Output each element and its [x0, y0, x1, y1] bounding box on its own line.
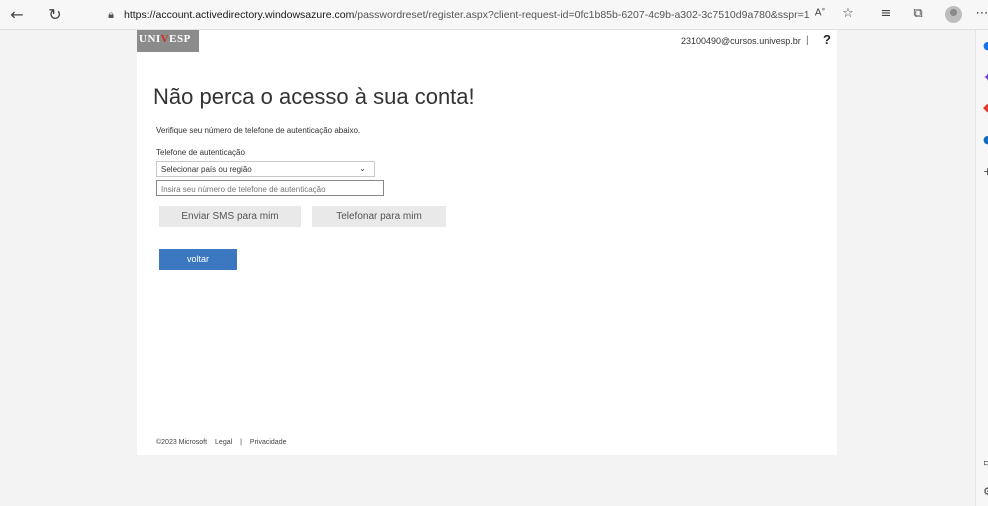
help-button[interactable]: ?: [823, 32, 831, 47]
edge-sidebar: ● ✦ ◆ ● + ▭ ⚙: [975, 30, 988, 506]
legal-link[interactable]: Legal: [215, 439, 232, 446]
page-footer: ©2023 Microsoft Legal | Privacidade: [156, 439, 292, 446]
url-host: https://account.activedirectory.windowsa…: [124, 9, 355, 21]
search-icon[interactable]: ●: [983, 40, 988, 52]
address-bar[interactable]: 🔒︎ https://account.activedirectory.windo…: [104, 5, 920, 25]
collections-icon[interactable]: ⧉: [909, 6, 927, 21]
page-header: UNIVESP 23100490@cursos.univesp.br | ?: [137, 30, 837, 52]
url-path: /passwordreset/register.aspx?client-requ…: [354, 9, 810, 21]
logo-text-v: V: [160, 33, 170, 45]
country-select[interactable]: Selecionar país ou região ⌄: [156, 161, 375, 177]
page-title: Não perca o acesso à sua conta!: [153, 84, 475, 109]
header-separator: |: [806, 35, 809, 46]
more-icon[interactable]: ⋯: [973, 6, 988, 21]
refresh-icon[interactable]: ↻: [46, 6, 64, 24]
split-screen-icon[interactable]: ▭: [983, 457, 988, 469]
browser-toolbar: ← ↻ 🔒︎ https://account.activedirectory.w…: [0, 0, 988, 30]
logo-text-b: ESP: [169, 33, 191, 45]
page-container: UNIVESP 23100490@cursos.univesp.br | ? N…: [137, 30, 837, 455]
country-select-value: Selecionar país ou região: [161, 165, 252, 174]
read-aloud-icon[interactable]: A»: [811, 6, 829, 18]
lock-icon[interactable]: 🔒︎: [104, 8, 118, 22]
privacy-link[interactable]: Privacidade: [250, 439, 287, 446]
office-icon[interactable]: ◆: [983, 102, 988, 114]
back-button[interactable]: voltar: [159, 249, 237, 270]
profile-icon[interactable]: [945, 6, 962, 23]
univesp-logo: UNIVESP: [137, 30, 199, 52]
chevron-down-icon: ⌄: [359, 164, 366, 173]
phone-label: Telefone de autenticação: [156, 148, 245, 157]
add-icon[interactable]: +: [983, 166, 988, 178]
call-me-button[interactable]: Telefonar para mim: [312, 206, 446, 227]
copilot-icon[interactable]: ✦: [983, 72, 988, 84]
description-text: Verifique seu número de telefone de aute…: [156, 126, 361, 135]
back-icon[interactable]: ←: [8, 6, 26, 24]
footer-separator: |: [240, 439, 242, 446]
add-favorite-icon[interactable]: ☆: [839, 6, 857, 21]
favorites-icon[interactable]: ≡: [877, 6, 895, 21]
url-text: https://account.activedirectory.windowsa…: [124, 9, 810, 21]
outlook-icon[interactable]: ●: [983, 134, 988, 146]
user-email: 23100490@cursos.univesp.br: [681, 36, 801, 46]
send-sms-button[interactable]: Enviar SMS para mim: [159, 206, 301, 227]
logo-text-a: UNI: [139, 33, 161, 45]
phone-input[interactable]: [156, 180, 384, 196]
settings-icon[interactable]: ⚙: [983, 486, 988, 498]
copyright-text: ©2023 Microsoft: [156, 439, 208, 446]
